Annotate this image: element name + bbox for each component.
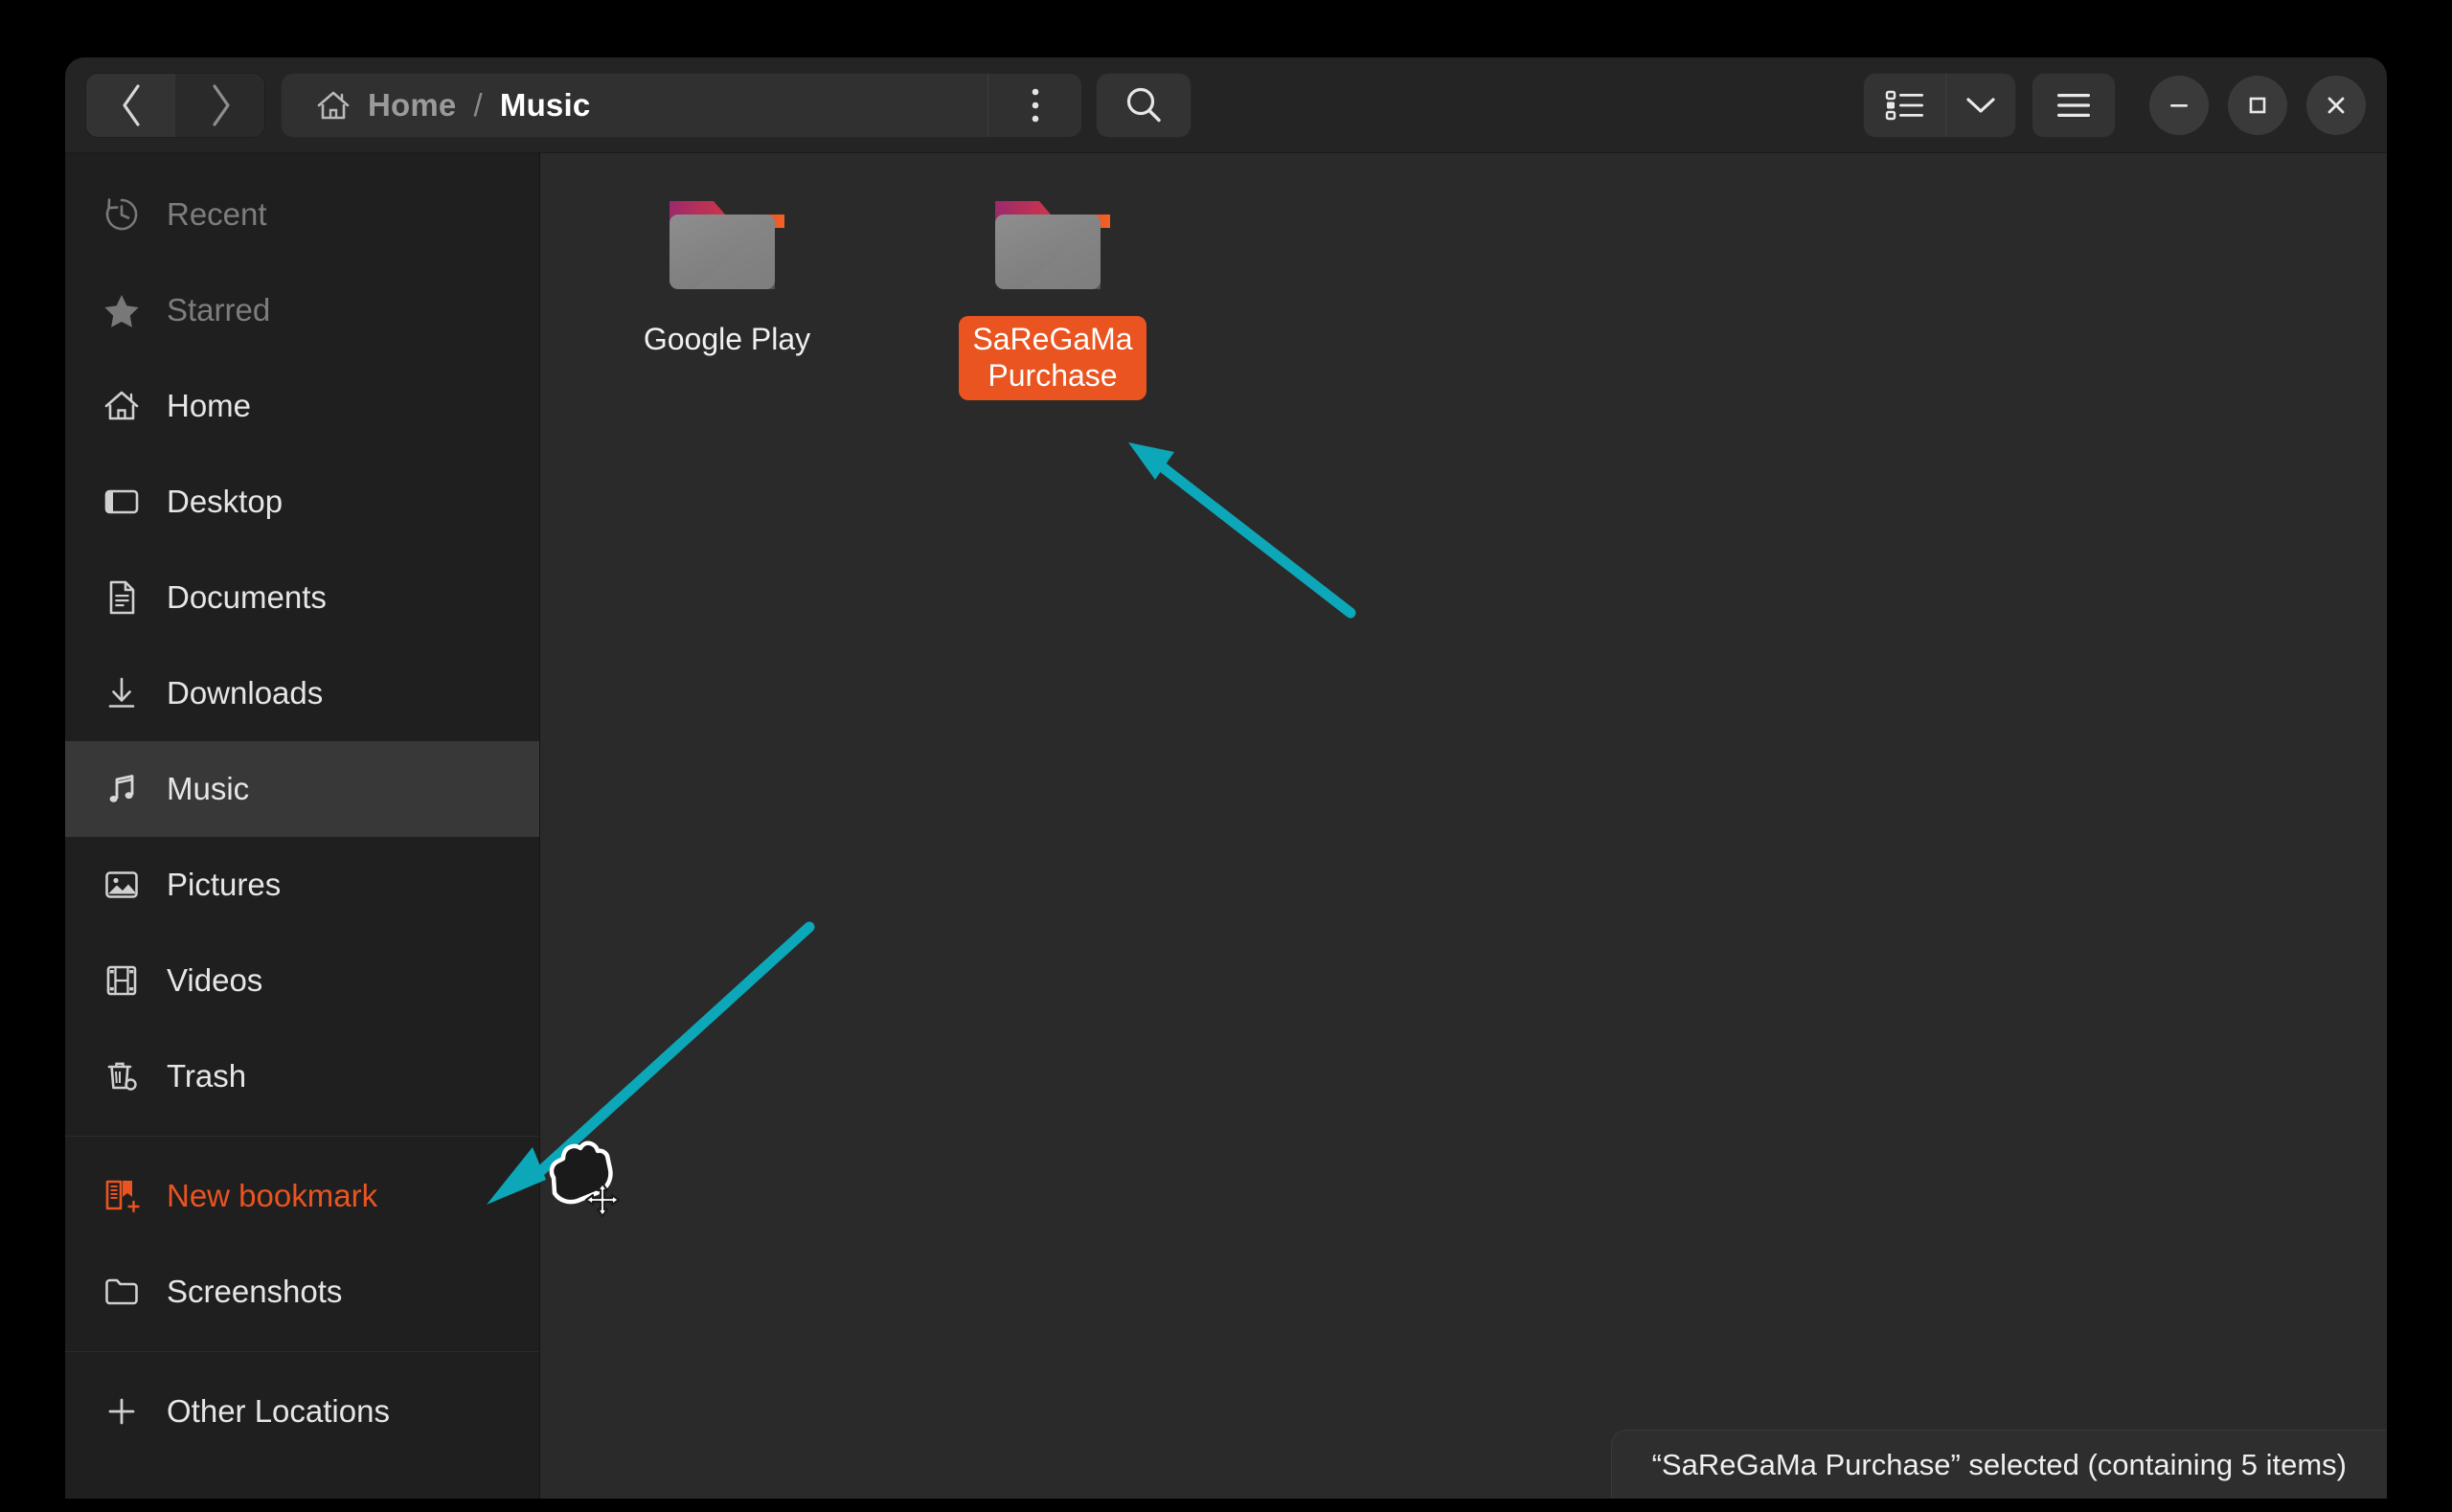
main-menu-button[interactable] — [2032, 73, 2115, 137]
trash-icon — [102, 1056, 142, 1096]
sidebar-item-label: Music — [167, 771, 250, 806]
sidebar-divider — [65, 1351, 539, 1352]
sidebar: Recent Starred Home Desktop Documents Do… — [65, 153, 540, 1499]
bookmark-add-icon — [102, 1176, 142, 1216]
film-icon — [102, 960, 142, 1001]
sidebar-item-pictures[interactable]: Pictures — [65, 837, 539, 933]
sidebar-item-new-bookmark[interactable]: New bookmark — [65, 1148, 539, 1244]
sidebar-divider — [65, 1136, 539, 1137]
sidebar-item-label: Other Locations — [167, 1393, 390, 1429]
folder-icon — [656, 188, 798, 303]
window-body: Recent Starred Home Desktop Documents Do… — [65, 153, 2387, 1499]
window-controls — [2149, 75, 2366, 135]
sidebar-item-home[interactable]: Home — [65, 358, 539, 454]
breadcrumb[interactable]: Home / Music — [282, 73, 988, 137]
file-manager-window: Home / Music Recent Starred Home Desktop… — [65, 57, 2387, 1499]
folder-icon — [102, 1272, 142, 1312]
music-note-icon — [102, 769, 142, 809]
desktop-icon — [102, 482, 142, 522]
navigation-button-group — [86, 73, 264, 137]
sidebar-item-label: New bookmark — [167, 1178, 378, 1213]
clock-history-icon — [102, 194, 142, 235]
sidebar-item-label: Desktop — [167, 484, 284, 519]
download-icon — [102, 673, 142, 713]
sidebar-item-trash[interactable]: Trash — [65, 1028, 539, 1124]
status-bar: “SaReGaMa Purchase” selected (containing… — [1610, 1430, 2387, 1499]
icon-grid: Google Play SaReGaMa Purchase — [598, 178, 2387, 400]
sidebar-item-label: Downloads — [167, 675, 324, 711]
star-icon — [102, 290, 142, 330]
sidebar-item-other-locations[interactable]: Other Locations — [65, 1364, 539, 1459]
file-item-label: SaReGaMa Purchase — [959, 316, 1147, 400]
sidebar-item-documents[interactable]: Documents — [65, 550, 539, 645]
sidebar-item-label: Pictures — [167, 867, 282, 902]
breadcrumb-separator: / — [473, 86, 483, 123]
view-options-button[interactable] — [1946, 73, 2015, 137]
sidebar-item-videos[interactable]: Videos — [65, 933, 539, 1028]
sidebar-item-label: Recent — [167, 196, 267, 232]
sidebar-item-label: Trash — [167, 1058, 247, 1094]
sidebar-item-music[interactable]: Music — [65, 741, 539, 837]
home-icon — [314, 86, 352, 124]
sidebar-item-starred[interactable]: Starred — [65, 262, 539, 358]
sidebar-item-screenshots[interactable]: Screenshots — [65, 1244, 539, 1340]
breadcrumb-current[interactable]: Music — [500, 87, 591, 124]
sidebar-item-recent[interactable]: Recent — [65, 167, 539, 262]
file-item-saregama-purchase[interactable]: SaReGaMa Purchase — [923, 178, 1182, 400]
sidebar-item-desktop[interactable]: Desktop — [65, 454, 539, 550]
forward-button[interactable] — [175, 73, 264, 137]
file-item-label: Google Play — [643, 322, 811, 356]
close-button[interactable] — [2306, 75, 2366, 135]
back-button[interactable] — [86, 73, 175, 137]
maximize-button[interactable] — [2228, 75, 2287, 135]
view-mode-group — [1864, 73, 2015, 137]
plus-icon — [102, 1391, 142, 1432]
sidebar-item-label: Videos — [167, 962, 263, 998]
file-grid-area[interactable]: Google Play SaReGaMa Purchase “SaReGaMa … — [540, 153, 2387, 1499]
minimize-button[interactable] — [2149, 75, 2209, 135]
sidebar-item-downloads[interactable]: Downloads — [65, 645, 539, 741]
sidebar-item-label: Home — [167, 388, 252, 423]
home-icon — [102, 386, 142, 426]
document-icon — [102, 577, 142, 618]
image-icon — [102, 865, 142, 905]
sidebar-item-label: Starred — [167, 292, 271, 327]
file-item-google-play[interactable]: Google Play — [598, 178, 856, 364]
header-bar: Home / Music — [65, 57, 2387, 153]
status-text: “SaReGaMa Purchase” selected (containing… — [1651, 1447, 2347, 1481]
sidebar-item-label: Screenshots — [167, 1274, 343, 1309]
path-menu-button[interactable] — [988, 73, 1081, 137]
breadcrumb-home[interactable]: Home — [368, 87, 457, 124]
list-view-button[interactable] — [1864, 73, 1946, 137]
folder-icon — [982, 188, 1124, 303]
sidebar-item-label: Documents — [167, 579, 327, 615]
search-button[interactable] — [1097, 73, 1191, 137]
